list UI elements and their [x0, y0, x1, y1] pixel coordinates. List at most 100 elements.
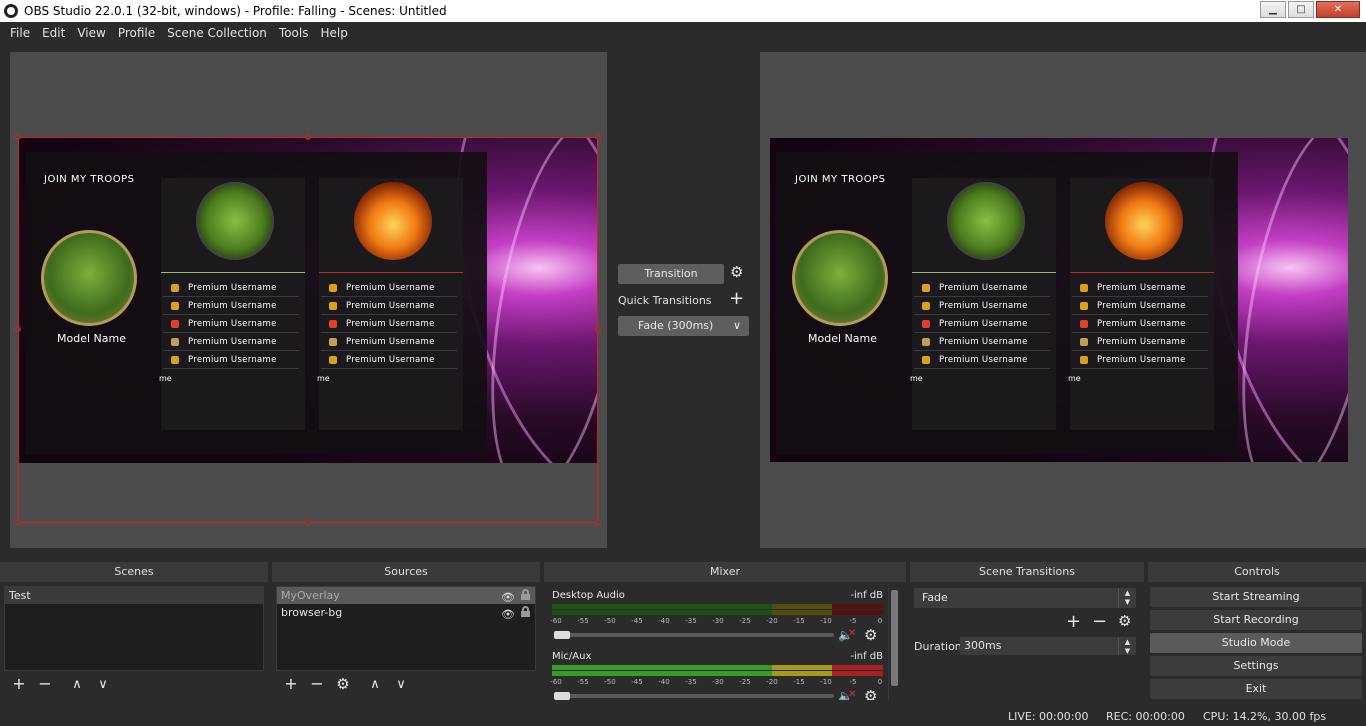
- muted-speaker-icon[interactable]: 🔈 ✕: [838, 689, 856, 700]
- transition-properties-gear-icon[interactable]: ⚙: [1118, 614, 1131, 629]
- leaderboard-username: Premium Username: [1097, 337, 1186, 347]
- leaderboard-row: Premium Username: [1072, 280, 1208, 297]
- meter-tick-label: -10: [820, 617, 832, 625]
- chevron-down-icon[interactable]: ∨: [733, 316, 741, 336]
- resize-handle-tr[interactable]: [595, 134, 601, 140]
- source-item[interactable]: browser-bg 👁: [277, 604, 535, 621]
- meter-tick-label: 0: [877, 678, 883, 686]
- exit-button[interactable]: Exit: [1150, 679, 1362, 699]
- meter-tick-label: -60: [550, 617, 562, 625]
- muted-speaker-icon[interactable]: 🔈 ✕: [838, 628, 856, 642]
- resize-handle-l[interactable]: [15, 326, 21, 332]
- mixer-dock-title: Mixer: [544, 562, 906, 582]
- source-properties-gear-icon[interactable]: ⚙: [330, 676, 356, 692]
- title-bar: OBS Studio 22.0.1 (32-bit, windows) - Pr…: [0, 0, 1366, 22]
- add-quick-transition-plus-icon[interactable]: +: [729, 290, 744, 308]
- soldier-badge: [1105, 182, 1183, 260]
- leaderboard-username: Premium Username: [939, 337, 1028, 347]
- volume-slider-knob[interactable]: [554, 631, 570, 639]
- scenes-list[interactable]: Test: [4, 586, 264, 671]
- leaderboard-username: Premium Username: [939, 283, 1028, 293]
- resize-handle-t[interactable]: [305, 134, 311, 140]
- menu-view[interactable]: View: [71, 26, 111, 40]
- minimize-button[interactable]: ▁: [1260, 1, 1286, 18]
- source-selection-box[interactable]: [18, 137, 598, 523]
- menu-tools[interactable]: Tools: [273, 26, 315, 40]
- meter-tick-label: -25: [739, 678, 751, 686]
- add-transition-plus-icon[interactable]: +: [1066, 613, 1081, 631]
- move-source-down-icon[interactable]: ∨: [388, 678, 414, 691]
- menu-scene-collection[interactable]: Scene Collection: [161, 26, 273, 40]
- start-streaming-button[interactable]: Start Streaming: [1150, 587, 1362, 607]
- transition-select-value: Fade: [922, 591, 948, 604]
- close-button[interactable]: ✕: [1316, 1, 1360, 18]
- meter-tick-label: -20: [766, 617, 778, 625]
- level-meter: [552, 604, 883, 609]
- channel-settings-gear-icon[interactable]: ⚙: [864, 689, 877, 701]
- remove-scene-minus-icon[interactable]: −: [32, 676, 58, 692]
- channel-db: -inf dB: [850, 590, 883, 601]
- overlay-join-text: JOIN MY TROOPS: [795, 174, 886, 185]
- resize-handle-br[interactable]: [595, 519, 601, 525]
- program-canvas: JOIN MY TROOPS Model Name Premium Username…: [770, 138, 1348, 462]
- source-item[interactable]: MyOverlay 👁: [277, 587, 535, 604]
- level-meter: [552, 671, 883, 676]
- preview-panel[interactable]: JOIN MY TROOPS Model Name Premium Username…: [10, 52, 607, 548]
- lock-icon[interactable]: [521, 589, 530, 600]
- visibility-eye-icon[interactable]: 👁: [501, 606, 515, 623]
- sources-list[interactable]: MyOverlay 👁 browser-bg 👁: [276, 586, 536, 671]
- mixer-scrollbar-thumb[interactable]: [891, 590, 898, 686]
- transition-select[interactable]: Fade ▲ ▼: [914, 588, 1136, 608]
- transition-settings-gear-icon[interactable]: ⚙: [730, 265, 743, 280]
- remove-source-minus-icon[interactable]: −: [304, 676, 330, 692]
- scene-item-label: Test: [9, 589, 31, 602]
- leaderboard-username: Premium Username: [939, 319, 1028, 329]
- resize-handle-tl[interactable]: [15, 134, 21, 140]
- add-source-plus-icon[interactable]: +: [278, 676, 304, 692]
- menu-profile[interactable]: Profile: [112, 26, 161, 40]
- remove-transition-minus-icon[interactable]: −: [1092, 613, 1107, 631]
- rank-badge-icon: [1080, 320, 1088, 328]
- scene-transitions-dock-title: Scene Transitions: [910, 562, 1144, 582]
- move-scene-up-icon[interactable]: ∧: [64, 678, 90, 691]
- card-divider: [912, 272, 1056, 273]
- leaderboard-username: Premium Username: [939, 301, 1028, 311]
- duration-spinbox[interactable]: 300ms ▲ ▼: [960, 637, 1136, 655]
- volume-slider[interactable]: [554, 633, 834, 637]
- add-scene-plus-icon[interactable]: +: [6, 676, 32, 692]
- window-title: OBS Studio 22.0.1 (32-bit, windows) - Pr…: [24, 4, 447, 18]
- rec-status: REC: 00:00:00: [1106, 710, 1185, 723]
- channel-settings-gear-icon[interactable]: ⚙: [864, 628, 877, 643]
- settings-button[interactable]: Settings: [1150, 656, 1362, 676]
- spin-arrows-icon[interactable]: ▲ ▼: [1118, 588, 1136, 608]
- lock-icon[interactable]: [521, 606, 530, 617]
- mixer-scrollbar[interactable]: [888, 586, 900, 700]
- maximize-button[interactable]: □: [1288, 1, 1314, 18]
- studio-mode-button[interactable]: Studio Mode: [1150, 633, 1362, 653]
- leaderboard-row: Premium Username: [914, 352, 1050, 369]
- leaderboard-row: Premium Username: [914, 298, 1050, 315]
- rank-badge-icon: [1080, 338, 1088, 346]
- resize-handle-bl[interactable]: [15, 519, 21, 525]
- start-recording-button[interactable]: Start Recording: [1150, 610, 1362, 630]
- menu-help[interactable]: Help: [314, 26, 353, 40]
- move-scene-down-icon[interactable]: ∨: [90, 678, 116, 691]
- transition-button[interactable]: Transition: [618, 264, 724, 284]
- volume-slider-knob[interactable]: [554, 692, 570, 700]
- mixer-panel: Desktop Audio -inf dB -60 -55 -50 -45 -40 -35…: [548, 586, 902, 700]
- scene-item[interactable]: Test: [5, 587, 263, 604]
- soldier-badge: [947, 182, 1025, 260]
- quick-transition-fade-button[interactable]: Fade (300ms) ∨: [618, 316, 749, 336]
- window-controls: ▁ □ ✕: [1260, 1, 1360, 18]
- meter-tick-label: -30: [712, 617, 724, 625]
- spin-arrows-icon[interactable]: ▲ ▼: [1118, 637, 1136, 655]
- volume-slider[interactable]: [554, 694, 834, 698]
- menu-file[interactable]: File: [4, 26, 36, 40]
- resize-handle-r[interactable]: [595, 326, 601, 332]
- program-panel: JOIN MY TROOPS Model Name Premium Username…: [760, 52, 1366, 548]
- meter-tick-label: -35: [685, 678, 697, 686]
- resize-handle-b[interactable]: [305, 519, 311, 525]
- menu-edit[interactable]: Edit: [36, 26, 71, 40]
- leaderboard-row: Premium Username: [1072, 334, 1208, 351]
- move-source-up-icon[interactable]: ∧: [362, 678, 388, 691]
